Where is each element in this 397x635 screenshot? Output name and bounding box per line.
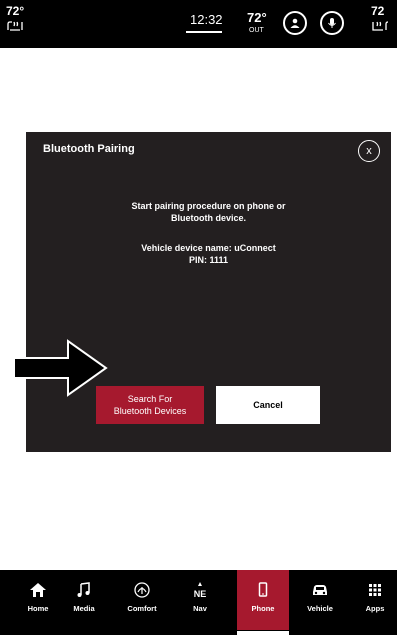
music-icon — [77, 582, 90, 597]
clock-underline — [186, 31, 222, 33]
nav-phone[interactable]: Phone — [237, 570, 289, 630]
search-bluetooth-button[interactable]: Search For Bluetooth Devices — [96, 386, 204, 424]
voice-command-icon[interactable] — [320, 11, 344, 35]
driver-temp[interactable]: 72° — [6, 4, 24, 18]
passenger-temp[interactable]: 72 — [371, 4, 384, 18]
status-bar: 72° 12:32 72° OUT 72 — [0, 0, 397, 48]
cancel-button[interactable]: Cancel — [216, 386, 320, 424]
nav-media[interactable]: Media — [62, 570, 106, 630]
search-label-line-1: Search For — [127, 394, 173, 404]
nav-apps-label: Apps — [365, 604, 385, 613]
search-label-line-2: Bluetooth Devices — [113, 406, 187, 416]
driver-seat-heat-icon[interactable] — [6, 20, 26, 35]
passenger-seat-heat-icon[interactable] — [371, 20, 391, 35]
grid-icon — [369, 584, 381, 596]
user-profile-icon[interactable] — [283, 11, 307, 35]
screen-frame: 72° 12:32 72° OUT 72 Bluetooth Pairing x… — [0, 0, 397, 635]
nav-home-label: Home — [27, 604, 49, 613]
cancel-label: Cancel — [253, 400, 283, 410]
comfort-icon — [134, 582, 150, 598]
outside-label: OUT — [249, 27, 264, 34]
nav-comfort[interactable]: Comfort — [120, 570, 164, 630]
nav-apps[interactable]: Apps — [353, 570, 397, 630]
nav-vehicle[interactable]: Vehicle — [298, 570, 342, 630]
nav-vehicle-label: Vehicle — [307, 604, 333, 613]
nav-nav-label: Nav — [193, 604, 207, 613]
phone-icon — [258, 582, 268, 597]
close-button[interactable]: x — [358, 140, 380, 162]
instruction-line-1: Start pairing procedure on phone or — [131, 201, 286, 211]
bluetooth-pairing-dialog: Bluetooth Pairing x Start pairing proced… — [26, 132, 391, 452]
bottom-nav-bar: Home Media Comfort NE Nav Phone Vehicle — [0, 570, 397, 635]
instruction-line-2: Bluetooth device. — [170, 213, 246, 223]
device-pin: PIN: 1111 — [188, 255, 229, 265]
main-content: Bluetooth Pairing x Start pairing proced… — [0, 48, 397, 570]
active-tab-indicator — [237, 631, 289, 635]
compass-icon: NE — [194, 582, 207, 598]
home-icon — [30, 583, 46, 597]
device-name: Vehicle device name: uConnect — [141, 243, 276, 253]
car-icon — [313, 585, 327, 595]
close-icon: x — [366, 145, 372, 157]
device-info: Vehicle device name: uConnect PIN: 1111 — [26, 242, 391, 266]
pointer-arrow-icon — [13, 339, 108, 397]
head-unit-display: 72° 12:32 72° OUT 72 Bluetooth Pairing x… — [0, 0, 397, 635]
nav-comfort-label: Comfort — [127, 604, 157, 613]
nav-media-label: Media — [73, 604, 95, 613]
nav-home[interactable]: Home — [16, 570, 60, 630]
outside-temp: 72° — [247, 10, 267, 25]
clock: 12:32 — [190, 12, 223, 27]
compass-heading: NE — [194, 589, 207, 598]
nav-phone-label: Phone — [251, 604, 275, 613]
nav-navigation[interactable]: NE Nav — [178, 570, 222, 630]
pairing-instruction: Start pairing procedure on phone or Blue… — [26, 200, 391, 224]
dialog-title: Bluetooth Pairing — [43, 143, 135, 155]
